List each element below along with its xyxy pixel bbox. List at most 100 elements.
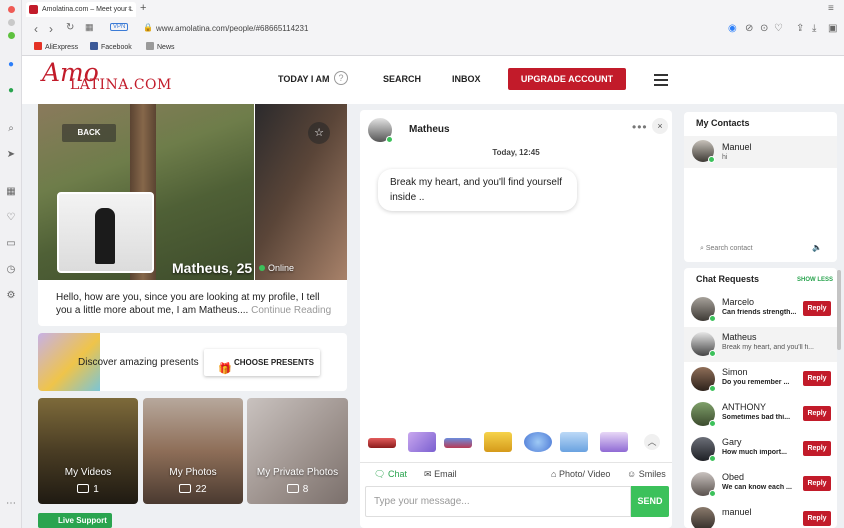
history-icon[interactable]: ◷ — [5, 264, 17, 276]
speed-dial-icon[interactable]: ▦ — [85, 22, 94, 33]
gift-car-icon[interactable] — [368, 438, 396, 448]
adblock-icon[interactable]: ◉ — [728, 23, 737, 34]
messenger-icon[interactable]: ● — [5, 59, 17, 71]
sound-icon[interactable]: 🔈 — [812, 243, 822, 252]
gift-sportscar-icon[interactable] — [444, 438, 472, 448]
my-photos-tile[interactable]: My Photos 22 — [143, 398, 243, 504]
reply-button[interactable]: Reply — [803, 476, 831, 491]
request-item[interactable]: manuel Reply — [684, 502, 837, 528]
presents-text: Discover amazing presents — [78, 357, 199, 368]
tab-chat[interactable]: 🗨 Chat — [374, 469, 407, 480]
choose-presents-button[interactable]: 🎁 CHOOSE PRESENTS — [204, 349, 320, 376]
new-tab-icon[interactable]: + — [140, 2, 146, 14]
reply-button[interactable]: Reply — [803, 406, 831, 421]
gift-shoes-icon[interactable] — [408, 432, 436, 452]
requests-scrollbar[interactable] — [837, 270, 841, 350]
online-dot-icon — [708, 156, 715, 163]
reply-button[interactable]: Reply — [803, 301, 831, 316]
favorite-star-icon[interactable]: ☆ — [308, 122, 330, 144]
heart-icon[interactable]: ♡ — [5, 212, 17, 224]
request-message: Do you remember ... — [722, 379, 790, 386]
chevron-up-icon[interactable]: ︿ — [644, 434, 660, 450]
contact-item[interactable]: Manuel hi — [684, 136, 837, 168]
request-message: We can know each ... — [722, 484, 792, 491]
back-arrow-icon[interactable]: ‹ — [34, 22, 38, 36]
my-private-photos-tile[interactable]: My Private Photos 8 — [247, 398, 348, 504]
reply-button[interactable]: Reply — [803, 371, 831, 386]
request-message: Break my heart, and you'll fi... — [722, 344, 814, 351]
chat-close-icon[interactable]: × — [652, 118, 668, 134]
gift-cake-icon[interactable] — [560, 432, 588, 452]
tab-smiles[interactable]: ☺ Smiles — [627, 469, 666, 479]
gift-ornament-icon[interactable] — [524, 432, 552, 452]
request-item[interactable]: Matheus Break my heart, and you'll fi... — [684, 327, 837, 362]
download-icon[interactable]: ⤓ — [812, 23, 816, 34]
settings-icon[interactable]: ⚙ — [5, 290, 17, 302]
site-logo[interactable]: Amo LATINA.COM — [38, 58, 188, 100]
bookmark-aliexpress[interactable]: AliExpress — [34, 42, 78, 51]
request-item[interactable]: Gary How much import... Reply — [684, 432, 837, 467]
share-icon[interactable]: ⇪ — [796, 23, 804, 34]
profile-photo-side[interactable] — [255, 104, 347, 280]
more-icon[interactable]: ⋯ — [5, 498, 17, 510]
send-button[interactable]: SEND — [631, 486, 669, 517]
request-avatar — [691, 437, 716, 462]
help-icon[interactable]: ? — [334, 71, 348, 85]
bookmark-heart-icon[interactable]: ♡ — [774, 23, 783, 34]
chat-requests-title: Chat Requests — [696, 274, 760, 284]
snapshot-icon[interactable]: ⊙ — [760, 23, 768, 34]
tab-photo-video[interactable]: ⌂ Photo/ Video — [551, 469, 610, 479]
reload-icon[interactable]: ↻ — [66, 22, 74, 33]
chat-contact-name[interactable]: Matheus — [409, 124, 450, 135]
lock-icon[interactable]: 🔒 — [143, 23, 153, 32]
tab-menu-icon[interactable]: ≡ — [828, 3, 834, 14]
show-less-link[interactable]: SHOW LESS — [797, 277, 833, 283]
bookmark-news[interactable]: News — [146, 42, 175, 51]
request-name: Matheus — [722, 332, 757, 342]
forward-arrow-icon[interactable]: › — [49, 22, 53, 36]
request-avatar — [691, 297, 716, 322]
profile-name-age: Matheus, 25 — [172, 260, 253, 276]
zoom-window-button[interactable] — [8, 32, 15, 39]
search-icon[interactable]: ⌕ — [5, 123, 17, 135]
request-name: Gary — [722, 437, 742, 447]
tracker-icon[interactable]: ⊘ — [745, 23, 753, 34]
continue-reading-link[interactable]: Continue Reading — [251, 305, 331, 316]
url-field[interactable]: www.amolatina.com/people/#68665114231 — [156, 24, 308, 33]
profile-photo-thumbnail[interactable] — [57, 192, 154, 273]
message-input[interactable]: Type your message... — [365, 486, 631, 517]
nav-today-i-am[interactable]: TODAY I AM — [278, 74, 330, 84]
grid-icon[interactable]: ▦ — [5, 186, 17, 198]
live-support-button[interactable]: Live Support — [38, 513, 112, 528]
request-item[interactable]: Obed We can know each ... Reply — [684, 467, 837, 502]
search-contact-input[interactable]: ⌕ Search contact — [700, 245, 753, 253]
extensions-icon[interactable]: ▣ — [828, 23, 837, 34]
tab-email[interactable]: ✉ Email — [424, 469, 457, 480]
site-favicon-icon — [29, 5, 38, 14]
request-item[interactable]: ANTHONY Sometimes bad thi... Reply — [684, 397, 837, 432]
hamburger-menu-icon[interactable] — [654, 74, 668, 86]
upgrade-account-button[interactable]: UPGRADE ACCOUNT — [508, 68, 626, 90]
chat-more-icon[interactable]: ••• — [632, 120, 648, 134]
request-item[interactable]: Simon Do you remember ... Reply — [684, 362, 837, 397]
whatsapp-icon[interactable]: ● — [5, 85, 17, 97]
nav-search[interactable]: SEARCH — [383, 74, 421, 84]
reply-button[interactable]: Reply — [803, 511, 831, 526]
my-videos-tile[interactable]: My Videos 1 — [38, 398, 138, 504]
nav-inbox[interactable]: INBOX — [452, 74, 481, 84]
request-message: Sometimes bad thi... — [722, 414, 791, 421]
request-item[interactable]: Marcelo Can friends strength... Reply — [684, 292, 837, 327]
close-tab-icon[interactable]: × — [128, 2, 132, 17]
close-window-button[interactable] — [8, 6, 15, 13]
browser-tab[interactable]: Amolatina.com – Meet your L × — [26, 2, 136, 17]
back-button[interactable]: BACK — [62, 124, 116, 142]
wallet-icon[interactable]: ▭ — [5, 238, 17, 250]
send-icon[interactable]: ➤ — [5, 149, 17, 161]
gift-castle-icon[interactable] — [600, 432, 628, 452]
gift-crown-icon[interactable] — [484, 432, 512, 452]
minimize-window-button[interactable] — [8, 19, 15, 26]
chat-avatar[interactable] — [368, 118, 393, 143]
bookmark-facebook[interactable]: Facebook — [90, 42, 132, 51]
reply-button[interactable]: Reply — [803, 441, 831, 456]
vpn-badge[interactable]: VPN — [110, 23, 129, 31]
